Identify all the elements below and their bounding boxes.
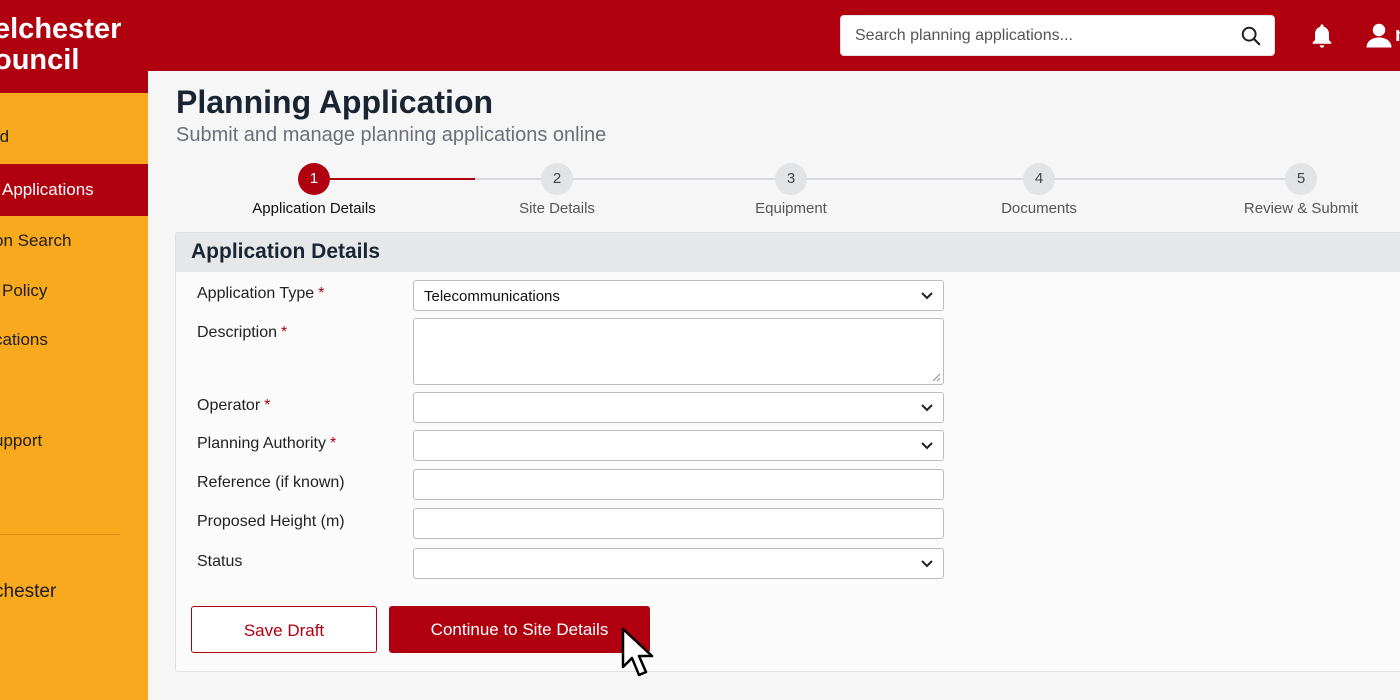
required-marker: * — [281, 324, 288, 341]
description-label-text: Description — [197, 324, 278, 341]
resize-grip-icon[interactable] — [931, 372, 941, 382]
status-select[interactable] — [413, 548, 944, 579]
operator-label: Operator * — [197, 397, 270, 415]
page-title: Planning Application — [176, 84, 494, 120]
proposed-height-input[interactable] — [414, 509, 943, 538]
application-type-value: Telecommunications — [424, 288, 560, 305]
operator-label-text: Operator — [197, 397, 261, 414]
sidebar-item-applications[interactable]: Applications — [2, 180, 94, 200]
step-connector-progress — [330, 178, 475, 180]
proposed-height-field[interactable] — [413, 508, 944, 539]
planning-authority-select[interactable] — [413, 430, 944, 461]
chevron-down-icon — [921, 292, 933, 300]
step-5-label[interactable]: Review & Submit — [1244, 200, 1358, 217]
application-type-label: Application Type * — [197, 285, 324, 303]
chevron-down-icon — [921, 560, 933, 568]
planning-authority-label-text: Planning Authority — [197, 435, 326, 452]
step-2-indicator[interactable]: 2 — [541, 163, 573, 195]
description-label: Description * — [197, 324, 287, 342]
application-type-label-text: Application Type — [197, 285, 315, 302]
step-3-label[interactable]: Equipment — [755, 200, 827, 217]
sidebar-header-strip — [0, 71, 148, 93]
sidebar-item-dashboard[interactable]: rd — [0, 127, 9, 147]
sidebar-footer-council: chester — [0, 581, 57, 602]
status-label: Status — [197, 553, 243, 570]
required-marker: * — [318, 285, 325, 302]
page-subtitle: Submit and manage planning applications … — [176, 124, 607, 146]
operator-select[interactable] — [413, 392, 944, 423]
proposed-height-label: Proposed Height (m) — [197, 513, 345, 530]
search-icon[interactable] — [1240, 25, 1262, 47]
application-type-select[interactable]: Telecommunications — [413, 280, 944, 311]
search-box[interactable] — [840, 15, 1275, 56]
reference-input[interactable] — [414, 470, 943, 499]
required-marker: * — [264, 397, 271, 414]
step-4-indicator[interactable]: 4 — [1023, 163, 1055, 195]
chevron-down-icon — [921, 442, 933, 450]
continue-button[interactable]: Continue to Site Details — [389, 606, 650, 653]
step-2-label[interactable]: Site Details — [519, 200, 595, 217]
reference-field[interactable] — [413, 469, 944, 500]
planning-authority-label: Planning Authority * — [197, 435, 336, 453]
sidebar-divider — [0, 534, 120, 535]
save-draft-button[interactable]: Save Draft — [191, 606, 377, 653]
required-marker: * — [329, 435, 337, 452]
user-icon[interactable] — [1364, 20, 1394, 50]
sidebar-item-search[interactable]: on Search — [0, 231, 72, 251]
sidebar-item-policy[interactable]: Policy — [2, 281, 47, 301]
sidebar-item-notifications[interactable]: cations — [0, 330, 48, 350]
mouse-pointer-icon — [621, 627, 654, 677]
step-connector — [475, 178, 1285, 180]
step-5-indicator[interactable]: 5 — [1285, 163, 1317, 195]
section-title: Application Details — [191, 240, 381, 263]
account-label[interactable]: n — [1395, 24, 1400, 47]
search-input[interactable] — [841, 16, 1274, 55]
step-4-label[interactable]: Documents — [1001, 200, 1077, 217]
council-logo-text[interactable]: elchester ouncil — [0, 14, 121, 76]
sidebar-item-support[interactable]: upport — [0, 431, 42, 451]
chevron-down-icon — [921, 404, 933, 412]
bell-icon[interactable] — [1308, 22, 1336, 50]
description-textarea[interactable] — [413, 318, 944, 385]
step-1-label[interactable]: Application Details — [252, 200, 375, 217]
step-1-indicator[interactable]: 1 — [298, 163, 330, 195]
brand-line-1: elchester — [0, 13, 122, 45]
step-3-indicator[interactable]: 3 — [775, 163, 807, 195]
reference-label: Reference (if known) — [197, 474, 345, 491]
